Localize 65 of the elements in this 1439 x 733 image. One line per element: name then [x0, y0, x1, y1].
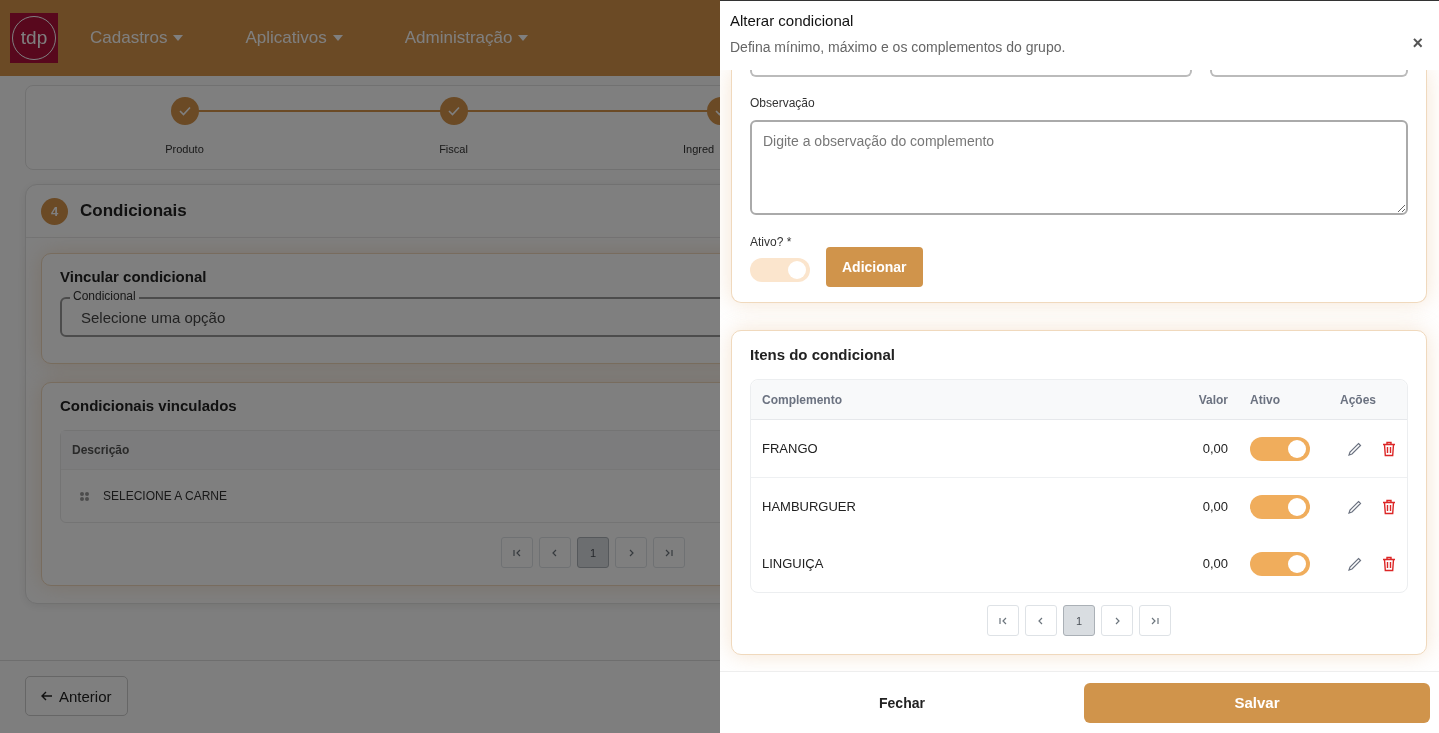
column-header: Valor — [1197, 392, 1228, 407]
pencil-icon[interactable] — [1347, 440, 1363, 457]
pencil-icon[interactable] — [1347, 555, 1363, 572]
last-page-button[interactable] — [1139, 605, 1171, 636]
card-title: Condicionais vinculados — [60, 397, 238, 414]
step-label: Produto — [165, 143, 204, 155]
toggle-switch[interactable] — [1250, 436, 1310, 461]
caret-icon — [332, 35, 343, 41]
column-header: Ações — [1339, 392, 1378, 407]
add-button[interactable]: Adicionar — [826, 247, 923, 287]
step-label: Fiscal — [439, 143, 468, 155]
toggle-switch[interactable] — [1250, 494, 1310, 519]
prev-page-button[interactable] — [539, 537, 571, 568]
close-button[interactable]: × — [1412, 33, 1423, 54]
arrow-left-icon — [41, 691, 53, 701]
pencil-icon[interactable] — [1347, 498, 1363, 515]
first-page-button[interactable] — [501, 537, 533, 568]
logo[interactable]: tdp — [10, 13, 58, 63]
check-icon — [447, 106, 460, 116]
card-title: Itens do condicional — [750, 346, 896, 363]
step-number: 4 — [41, 197, 68, 225]
close-button[interactable]: Fechar — [720, 682, 1084, 723]
next-page-button[interactable] — [615, 537, 647, 568]
menu-dropdown[interactable]: Cadastros — [90, 28, 184, 48]
table-cell-text: LINGUIÇA — [762, 556, 825, 571]
save-button[interactable]: Salvar — [1084, 682, 1430, 723]
field-label: Observação — [750, 96, 816, 110]
column-header: Ativo — [1249, 392, 1281, 407]
table-cell-text: 0,00 — [1201, 441, 1228, 456]
field-label: Ativo? * — [750, 235, 793, 249]
toggle-switch[interactable] — [1250, 551, 1310, 576]
menu-dropdown[interactable]: Aplicativos — [245, 28, 343, 48]
drag-handle-icon[interactable] — [80, 491, 89, 501]
drawer-title: Alterar condicional — [730, 12, 855, 29]
note-field[interactable]: Digite a observação do complemento — [750, 120, 1408, 215]
step-circle[interactable] — [170, 97, 199, 125]
check-icon — [178, 106, 191, 116]
table-cell-text: HAMBURGUER — [762, 499, 857, 514]
next-page-button[interactable] — [1101, 605, 1133, 636]
drawer-subtitle: Defina mínimo, máximo e os complementos do grupo. — [730, 39, 1066, 55]
caret-icon — [518, 35, 529, 41]
step-label: Ingred — [683, 143, 715, 155]
page-button[interactable]: 1 — [1063, 605, 1095, 636]
input-field[interactable] — [750, 70, 1192, 77]
first-page-button[interactable] — [987, 605, 1019, 636]
input-field[interactable] — [1210, 70, 1408, 77]
column-header: Complemento — [762, 392, 843, 407]
table-cell: SELECIONE A CARNE — [103, 489, 228, 503]
trash-icon[interactable] — [1382, 498, 1396, 515]
caret-icon — [173, 35, 184, 41]
card-title: Vincular condicional — [60, 268, 208, 285]
menu-dropdown[interactable]: Administração — [404, 28, 529, 48]
prev-page-button[interactable] — [1025, 605, 1057, 636]
trash-icon[interactable] — [1382, 440, 1396, 457]
table-cell-text: 0,00 — [1201, 556, 1228, 571]
section-title: Condicionais — [80, 201, 187, 221]
table-cell-text: 0,00 — [1201, 499, 1228, 514]
column-header: Descrição — [72, 443, 130, 457]
back-button[interactable]: Anterior — [25, 676, 128, 716]
step-circle[interactable] — [439, 97, 468, 125]
trash-icon[interactable] — [1382, 555, 1396, 572]
table-cell-text: FRANGO — [762, 441, 819, 456]
page-button[interactable]: 1 — [577, 537, 609, 568]
toggle-switch[interactable] — [750, 258, 810, 282]
last-page-button[interactable] — [653, 537, 685, 568]
